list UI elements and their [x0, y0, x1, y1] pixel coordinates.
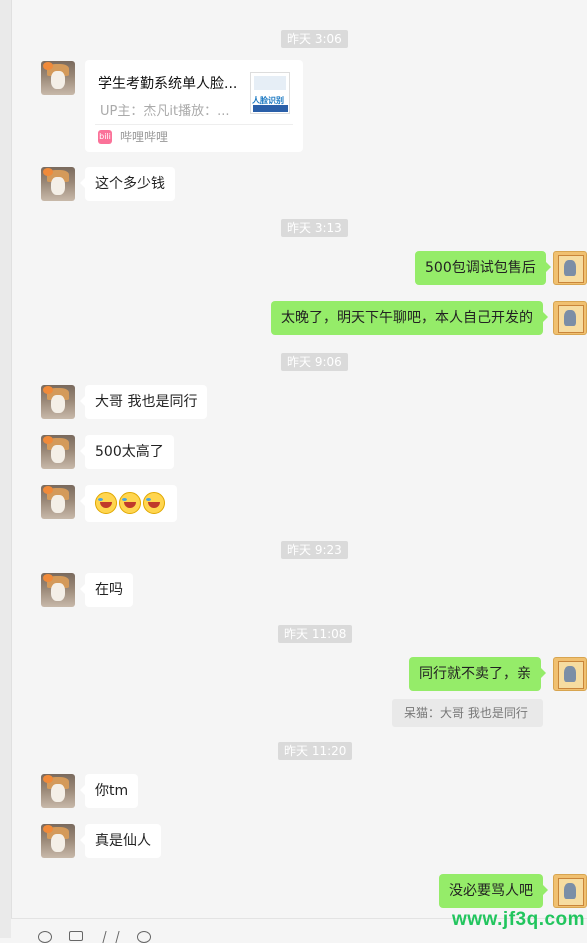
- message-bubble-outgoing[interactable]: 太晚了，明天下午聊吧，本人自己开发的: [271, 301, 548, 335]
- chat-history-icon[interactable]: [137, 931, 151, 943]
- laughing-crying-icon: [143, 492, 165, 514]
- avatar-contact[interactable]: [41, 774, 75, 808]
- left-panel-edge: [0, 0, 12, 938]
- message-bubble-incoming[interactable]: 真是仙人: [80, 824, 161, 858]
- avatar-self[interactable]: [553, 657, 587, 691]
- message-bubble-incoming[interactable]: 这个多少钱: [80, 167, 175, 201]
- avatar-contact[interactable]: [41, 385, 75, 419]
- avatar-self[interactable]: [553, 874, 587, 908]
- link-card[interactable]: 学生考勤系统单人脸... UP主：杰凡it播放：... 人脸识别 bili 哔哩…: [85, 60, 303, 152]
- avatar-contact[interactable]: [41, 573, 75, 607]
- timestamp: 昨天 11:20: [278, 742, 353, 760]
- message-bubble-outgoing[interactable]: 同行就不卖了，亲: [409, 657, 546, 691]
- message-bubble-incoming[interactable]: [80, 485, 177, 522]
- laughing-crying-icon: [95, 492, 117, 514]
- avatar-contact[interactable]: [41, 167, 75, 201]
- bilibili-icon: bili: [98, 130, 112, 144]
- avatar-self[interactable]: [553, 301, 587, 335]
- link-card-thumbnail: 人脸识别: [250, 72, 290, 114]
- timestamp: 昨天 11:08: [278, 625, 353, 643]
- quoted-message[interactable]: 呆猫：大哥 我也是同行: [392, 699, 543, 727]
- link-card-title: 学生考勤系统单人脸...: [98, 76, 238, 92]
- timestamp: 昨天 3:13: [281, 219, 348, 237]
- avatar-contact[interactable]: [41, 485, 75, 519]
- timestamp: 昨天 3:06: [281, 30, 348, 48]
- scissors-icon[interactable]: [102, 931, 120, 943]
- watermark: www.jf3q.com: [452, 909, 586, 930]
- avatar-contact[interactable]: [41, 435, 75, 469]
- message-bubble-incoming[interactable]: 你tm: [79, 774, 139, 808]
- message-bubble-incoming[interactable]: 在吗: [80, 573, 133, 607]
- folder-icon[interactable]: [69, 931, 83, 941]
- message-bubble-incoming[interactable]: 500太高了: [80, 435, 174, 469]
- avatar-contact[interactable]: [41, 824, 75, 858]
- message-bubble-incoming[interactable]: 大哥 我也是同行: [79, 385, 208, 419]
- link-card-uploader: UP主：杰凡it播放：...: [100, 104, 230, 119]
- message-bubble-outgoing[interactable]: 500包调试包售后: [415, 251, 551, 285]
- avatar-contact[interactable]: [41, 61, 75, 95]
- emoji-icon[interactable]: [38, 931, 52, 943]
- avatar-self[interactable]: [553, 251, 587, 285]
- timestamp: 昨天 9:06: [281, 353, 348, 371]
- link-card-source: 哔哩哔哩: [120, 130, 169, 144]
- timestamp: 昨天 9:23: [281, 541, 348, 559]
- divider: [95, 124, 293, 125]
- message-bubble-outgoing[interactable]: 没必要骂人吧: [439, 874, 548, 908]
- laughing-crying-icon: [119, 492, 141, 514]
